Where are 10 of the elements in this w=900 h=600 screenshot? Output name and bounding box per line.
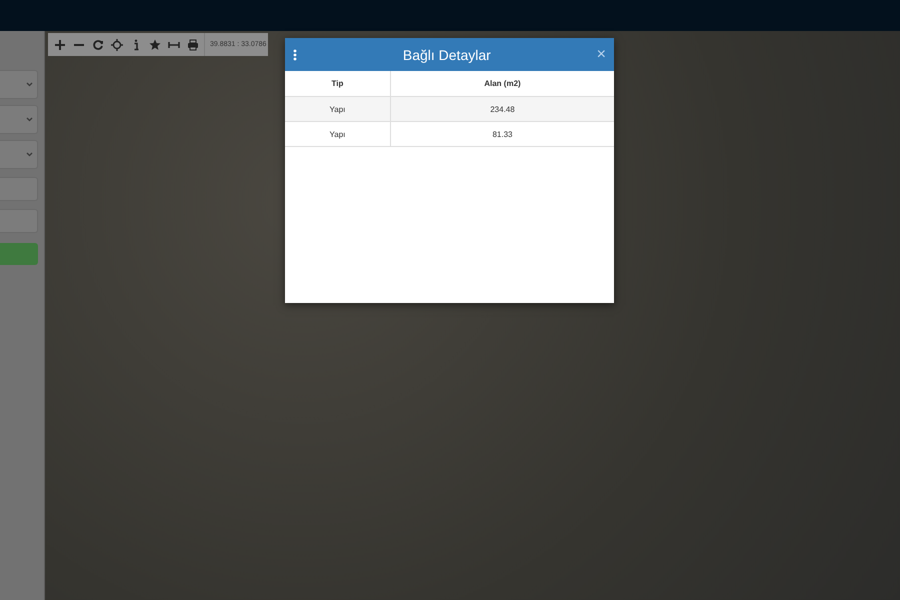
chevron-icon bbox=[26, 117, 33, 122]
dialog-title: Bağlı Detaylar bbox=[402, 46, 491, 62]
table-cell: 81.33 bbox=[390, 122, 614, 146]
chevron-icon bbox=[26, 152, 33, 157]
close-button[interactable]: × bbox=[596, 46, 606, 64]
more-icon[interactable] bbox=[293, 48, 297, 60]
table-cell: Yapı bbox=[285, 96, 390, 122]
table-cell: Yapı bbox=[285, 122, 390, 146]
chevron-icon bbox=[26, 82, 33, 87]
table-cell: 234.48 bbox=[390, 96, 614, 122]
